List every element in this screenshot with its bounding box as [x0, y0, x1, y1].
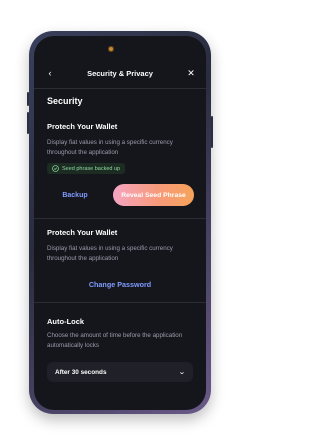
password-card-title: Protech Your Wallet	[47, 228, 118, 237]
chevron-left-icon[interactable]: ‹	[44, 66, 56, 80]
phone-side-button	[27, 92, 29, 106]
section-divider	[34, 218, 206, 219]
auto-lock-selected-value: After 30 seconds	[55, 368, 107, 376]
header-divider	[34, 88, 206, 89]
auto-lock-select[interactable]: After 30 seconds ⌄	[47, 362, 193, 382]
change-password-button[interactable]: Change Password	[34, 277, 206, 291]
check-circle-icon	[52, 165, 59, 172]
close-icon[interactable]: ✕	[185, 66, 197, 80]
phone-side-button	[211, 116, 213, 148]
seed-backup-badge: Seed phrase backed up	[47, 163, 126, 174]
section-divider	[34, 302, 206, 303]
password-card-description: Display fiat values in using a specific …	[47, 245, 173, 262]
chevron-down-icon: ⌄	[178, 369, 186, 376]
backup-button[interactable]: Backup	[48, 184, 102, 206]
section-title: Security	[47, 96, 83, 106]
app-screen: ‹ Security & Privacy ✕ Security Protech …	[34, 36, 206, 410]
header: ‹ Security & Privacy ✕	[34, 66, 206, 80]
seed-card-title: Protech Your Wallet	[47, 122, 118, 131]
seed-card-description: Display fiat values in using a specific …	[47, 139, 173, 156]
badge-label: Seed phrase backed up	[62, 165, 121, 172]
reveal-seed-phrase-button[interactable]: Reveal Seed Phrase	[113, 184, 194, 206]
auto-lock-title: Auto-Lock	[47, 317, 85, 326]
phone-side-button	[27, 112, 29, 134]
front-camera	[108, 46, 114, 52]
auto-lock-description: Choose the amount of time before the app…	[47, 332, 183, 349]
page-title: Security & Privacy	[87, 68, 153, 78]
